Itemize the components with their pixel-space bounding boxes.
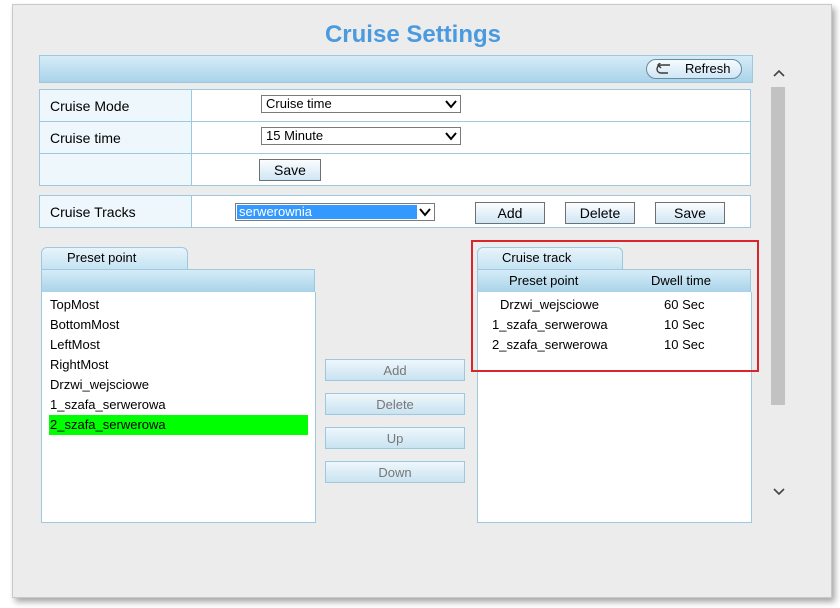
preset-list: TopMost BottomMost LeftMost RightMost Dr… [41,292,316,523]
track-delete-button[interactable]: Delete [565,202,635,224]
chevron-down-icon [419,208,431,217]
empty-label-cell [39,153,192,186]
refresh-icon [656,63,670,74]
move-up-button[interactable]: Up [325,427,465,449]
cruise-time-value: 15 Minute [266,128,324,143]
chevron-down-icon [445,100,457,109]
cruise-time-select[interactable]: 15 Minute [261,127,461,145]
highlight-box [471,240,759,372]
add-preset-button[interactable]: Add [325,359,465,381]
cruise-mode-value: Cruise time [266,96,332,111]
cruise-time-label: Cruise time [39,121,192,154]
chevron-up-icon[interactable] [769,63,789,83]
refresh-button[interactable]: Refresh [646,59,742,79]
move-down-button[interactable]: Down [325,461,465,483]
refresh-label: Refresh [685,61,731,76]
scrollbar-thumb[interactable] [771,87,785,405]
track-save-button[interactable]: Save [655,202,725,224]
page-title: Cruise Settings [324,21,502,48]
vertical-scrollbar[interactable] [769,57,789,513]
cruise-tracks-label: Cruise Tracks [39,195,192,228]
settings-window: Cruise Settings Refresh Cruise Mode Crui… [12,4,832,598]
preset-tab-label: Preset point [67,250,137,265]
list-item[interactable]: 1_szafa_serwerowa [49,395,308,415]
preset-panel-header [41,269,315,293]
list-item-selected[interactable]: 2_szafa_serwerowa [49,415,308,435]
cruise-mode-select[interactable]: Cruise time [261,95,461,113]
list-item[interactable]: TopMost [49,295,308,315]
delete-preset-button[interactable]: Delete [325,393,465,415]
list-item[interactable]: LeftMost [49,335,308,355]
list-item[interactable]: BottomMost [49,315,308,335]
chevron-down-icon [445,132,457,141]
cruise-mode-label: Cruise Mode [39,89,192,122]
list-item[interactable]: RightMost [49,355,308,375]
cruise-tracks-value: serwerownia [237,205,417,219]
list-item[interactable]: Drzwi_wejsciowe [49,375,308,395]
chevron-down-icon[interactable] [769,481,789,501]
track-add-button[interactable]: Add [475,202,545,224]
settings-save-button[interactable]: Save [259,159,321,181]
cruise-tracks-select[interactable]: serwerownia [235,203,435,221]
toolbar: Refresh [39,55,753,83]
